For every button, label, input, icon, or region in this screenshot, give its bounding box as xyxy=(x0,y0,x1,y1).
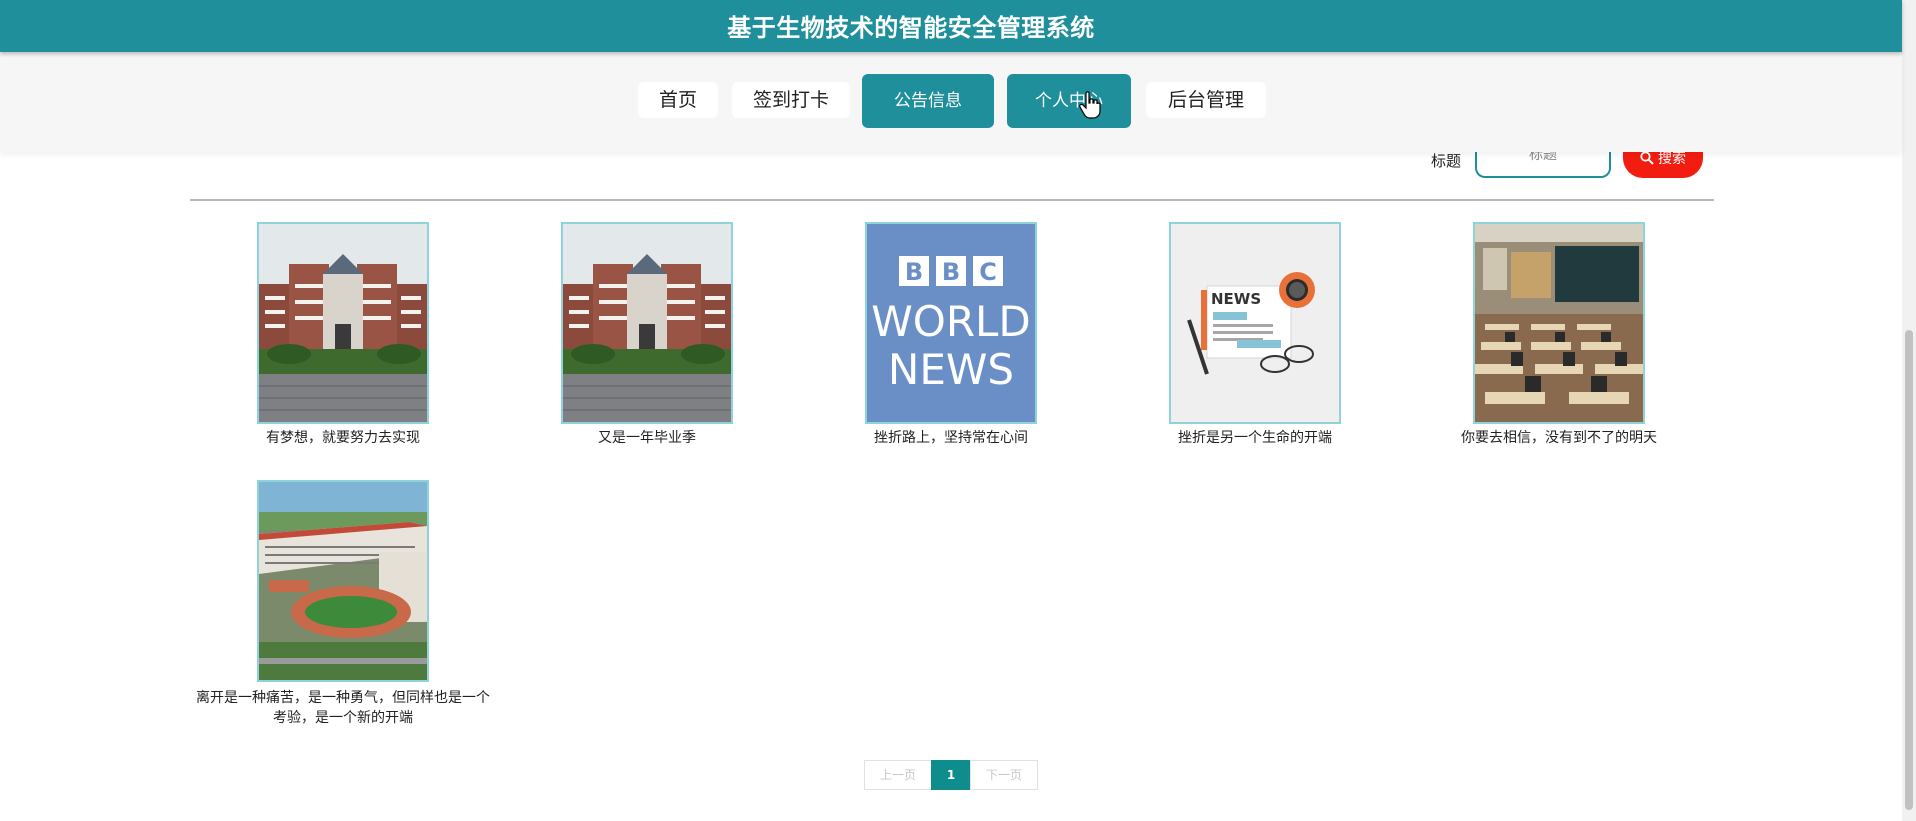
card-caption[interactable]: 离开是一种痛苦，是一种勇气，但同样也是一个考验，是一个新的开端 xyxy=(193,688,493,728)
bbc-world-news-image[interactable]: B B C WORLD NEWS xyxy=(865,222,1037,424)
bbc-logo-b2: B xyxy=(942,258,960,286)
nav-item-admin[interactable]: 后台管理 xyxy=(1146,82,1266,118)
world-text: WORLD xyxy=(871,297,1031,346)
current-page[interactable]: 1 xyxy=(931,760,971,790)
divider xyxy=(190,199,1714,201)
scrollbar-thumb[interactable] xyxy=(1905,330,1913,810)
news-word: NEWS xyxy=(1211,290,1261,308)
announcement-card[interactable]: 又是一年毕业季 xyxy=(497,222,797,452)
school-building-image[interactable] xyxy=(561,222,733,424)
announcement-card[interactable]: 你要去相信，没有到不了的明天 xyxy=(1409,222,1709,452)
announcement-card[interactable]: 离开是一种痛苦，是一种勇气，但同样也是一个考验，是一个新的开端 xyxy=(193,480,493,730)
news-illustration-image[interactable]: NEWS xyxy=(1169,222,1341,424)
card-caption[interactable]: 有梦想，就要努力去实现 xyxy=(193,428,493,448)
search-icon xyxy=(1640,151,1654,165)
card-caption[interactable]: 挫折路上，坚持常在心间 xyxy=(801,428,1101,448)
nav-item-home[interactable]: 首页 xyxy=(638,82,718,118)
news-text: NEWS xyxy=(888,345,1014,394)
nav-item-personal-center[interactable]: 个人中心 xyxy=(1007,74,1131,128)
announcement-card[interactable]: 有梦想，就要努力去实现 xyxy=(193,222,493,452)
campus-aerial-image[interactable] xyxy=(257,480,429,682)
announcement-card[interactable]: NEWS 挫折是另一个生命的开端 xyxy=(1105,222,1405,452)
search-label: 标题 xyxy=(1431,152,1462,170)
bbc-logo-c: C xyxy=(979,258,997,286)
nav-bar: 首页 签到打卡 公告信息 个人中心 后台管理 xyxy=(0,52,1902,152)
next-page-button[interactable]: 下一页 xyxy=(970,760,1038,790)
prev-page-button[interactable]: 上一页 xyxy=(864,760,932,790)
announcement-card[interactable]: B B C WORLD NEWS 挫折路上，坚持常在心间 xyxy=(801,222,1101,452)
title-bar: 基于生物技术的智能安全管理系统 xyxy=(0,0,1902,52)
card-caption[interactable]: 你要去相信，没有到不了的明天 xyxy=(1409,428,1709,448)
card-caption[interactable]: 又是一年毕业季 xyxy=(497,428,797,448)
classroom-image[interactable] xyxy=(1473,222,1645,424)
nav-item-announcements[interactable]: 公告信息 xyxy=(862,74,994,128)
school-building-image[interactable] xyxy=(257,222,429,424)
app-title: 基于生物技术的智能安全管理系统 xyxy=(727,14,1095,42)
bbc-logo-b1: B xyxy=(905,258,923,286)
hand-pointer-icon xyxy=(1079,91,1101,119)
nav-item-checkin[interactable]: 签到打卡 xyxy=(732,82,850,118)
pagination: 上一页 1 下一页 xyxy=(864,760,1038,790)
card-caption[interactable]: 挫折是另一个生命的开端 xyxy=(1105,428,1405,448)
